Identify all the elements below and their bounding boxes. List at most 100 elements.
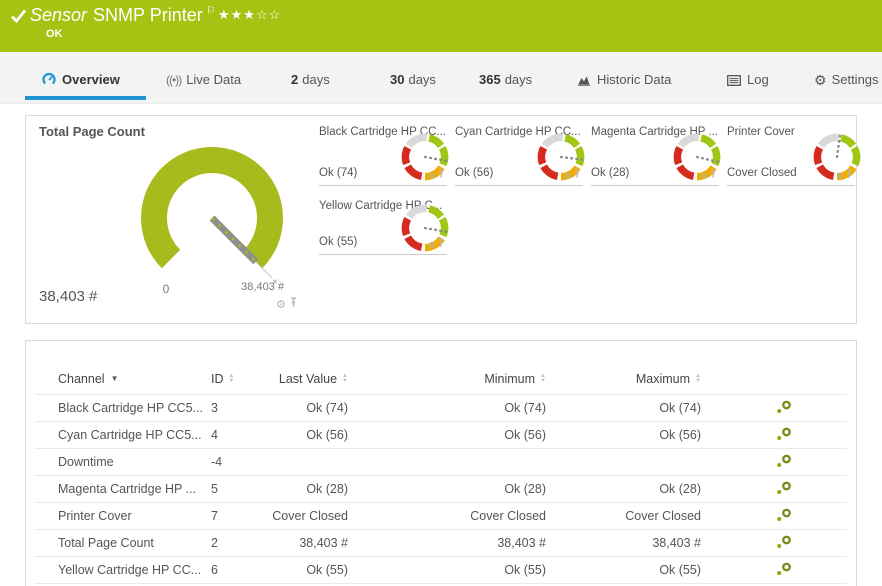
last-value: Ok (56) [271,428,348,442]
channel-settings-icon[interactable] [776,508,792,525]
tile-gear-icon[interactable]: ⚙ [428,240,436,250]
pin-icon[interactable] [289,295,298,312]
active-tab-underline [25,96,146,100]
tab-2-days[interactable]: 2days [291,72,330,87]
channel-tile-yellow-cartridge[interactable]: Yellow Cartridge HP C... Ok (55) ⚙ [319,197,447,255]
table-row: Yellow Cartridge HP CC... 6 Ok (55) Ok (… [35,557,847,584]
channel-name[interactable]: Black Cartridge HP CC5... [35,401,211,415]
column-header-minimum[interactable]: Minimum▲▼ [348,372,546,386]
channel-settings-icon[interactable] [776,562,792,579]
minimum-value: Ok (74) [348,401,546,415]
table-row: Printer Cover 7 Cover Closed Cover Close… [35,503,847,530]
log-icon [727,74,741,89]
channel-id: -4 [211,455,271,469]
sensor-status-badge: OK [46,28,63,40]
tab-30-days[interactable]: 30days [390,72,436,87]
tab-log[interactable]: Log [727,72,769,89]
sensor-name: SNMP Printer [93,5,203,25]
channel-tile-black-cartridge[interactable]: Black Cartridge HP CC... Ok (74) ⚙ [319,123,447,186]
column-header-last-value[interactable]: Last Value▲▼ [271,372,348,386]
channel-name[interactable]: Downtime [35,455,211,469]
channel-settings-icon[interactable] [776,400,792,417]
channel-name[interactable]: Yellow Cartridge HP CC... [35,563,211,577]
tile-value: Cover Closed [727,167,797,179]
status-check-icon [10,8,27,29]
pin-icon[interactable] [845,166,853,183]
column-header-maximum[interactable]: Maximum▲▼ [546,372,701,386]
channel-settings-icon[interactable] [776,535,792,552]
flag-icon[interactable]: ⚐ [206,5,216,17]
maximum-value: Ok (56) [546,428,701,442]
maximum-value: Ok (55) [546,563,701,577]
maximum-value: Ok (74) [546,401,701,415]
gauge-tile-tools: ⚙ [276,295,298,313]
sort-desc-icon: ▼ [111,374,119,383]
sensor-type-label: Sensor [30,5,87,25]
channel-name[interactable]: Cyan Cartridge HP CC5... [35,428,211,442]
tab-historic-label: Historic Data [597,72,671,87]
last-value: Cover Closed [271,509,348,523]
table-header-row: Channel▼ ID▲▼ Last Value▲▼ Minimum▲▼ Max… [35,363,847,395]
channel-tile-printer-cover[interactable]: Printer Cover Cover Closed ⚙ [727,123,855,186]
table-row: Magenta Cartridge HP ... 5 Ok (28) Ok (2… [35,476,847,503]
tile-gear-icon[interactable]: ⚙ [564,171,572,181]
tile-value: Ok (56) [455,167,493,179]
channel-id: 3 [211,401,271,415]
channel-id: 4 [211,428,271,442]
tab-log-label: Log [747,72,769,87]
channel-name[interactable]: Magenta Cartridge HP ... [35,482,211,496]
table-row: Cyan Cartridge HP CC5... 4 Ok (56) Ok (5… [35,422,847,449]
priority-stars[interactable]: ★★★☆☆ [218,7,281,23]
channel-id: 2 [211,536,271,550]
pin-icon[interactable] [437,166,445,183]
channel-tile-magenta-cartridge[interactable]: Magenta Cartridge HP ... Ok (28) ⚙ [591,123,719,186]
channel-id: 6 [211,563,271,577]
gauge-scale-max: 38,403 # [204,281,284,293]
tab-live-data-label: Live Data [186,72,241,87]
tile-value: Ok (28) [591,167,629,179]
tab-bar: Overview ((•)) Live Data 2days 30days 365… [0,52,882,104]
tab-settings[interactable]: ⚙Settings [814,72,879,89]
table-row: Black Cartridge HP CC5... 3 Ok (74) Ok (… [35,395,847,422]
tab-overview-label: Overview [62,72,120,87]
pin-icon[interactable] [437,235,445,252]
tile-gear-icon[interactable]: ⚙ [836,171,844,181]
channel-id: 7 [211,509,271,523]
maximum-value: 38,403 # [546,536,701,550]
pin-icon[interactable] [573,166,581,183]
column-header-id[interactable]: ID▲▼ [211,372,271,386]
last-value: Ok (74) [271,401,348,415]
channel-settings-icon[interactable] [776,454,792,471]
tab-historic-data[interactable]: Historic Data [577,72,671,89]
sensor-header: Sensor SNMP Printer⚐ ★★★☆☆ OK [0,0,882,52]
channel-name[interactable]: Total Page Count [35,536,211,550]
channel-name[interactable]: Printer Cover [35,509,211,523]
minimum-value: Ok (56) [348,428,546,442]
pin-icon[interactable] [709,166,717,183]
historic-chart-icon [577,74,591,89]
tile-gear-icon[interactable]: ⚙ [276,299,286,311]
last-value: 38,403 # [271,536,348,550]
column-header-channel[interactable]: Channel▼ [35,372,211,386]
maximum-value: Ok (28) [546,482,701,496]
table-row: Total Page Count 2 38,403 # 38,403 # 38,… [35,530,847,557]
tile-gear-icon[interactable]: ⚙ [700,171,708,181]
gauges-panel: Total Page Count × 0 38,403 # 38,403 # ⚙… [25,115,857,324]
tab-overview[interactable]: Overview [42,72,120,89]
channel-settings-icon[interactable] [776,427,792,444]
gauge-scale-min: 0 [156,282,176,296]
tab-365-days[interactable]: 365days [479,72,532,87]
tab-live-data[interactable]: ((•)) Live Data [166,72,241,87]
channel-tile-cyan-cartridge[interactable]: Cyan Cartridge HP CC... Ok (56) ⚙ [455,123,583,186]
tab-settings-label: Settings [832,72,879,87]
sort-icon: ▲▼ [229,374,235,384]
prtg-sensor-page: Sensor SNMP Printer⚐ ★★★☆☆ OK Overview ((… [0,0,882,586]
gauge-icon [42,72,56,89]
tile-gear-icon[interactable]: ⚙ [428,171,436,181]
channel-settings-icon[interactable] [776,481,792,498]
last-value: Ok (55) [271,563,348,577]
live-data-icon: ((•)) [166,73,181,87]
channel-id: 5 [211,482,271,496]
table-row: Downtime -4 [35,449,847,476]
channel-table-panel: Channel▼ ID▲▼ Last Value▲▼ Minimum▲▼ Max… [25,340,857,586]
